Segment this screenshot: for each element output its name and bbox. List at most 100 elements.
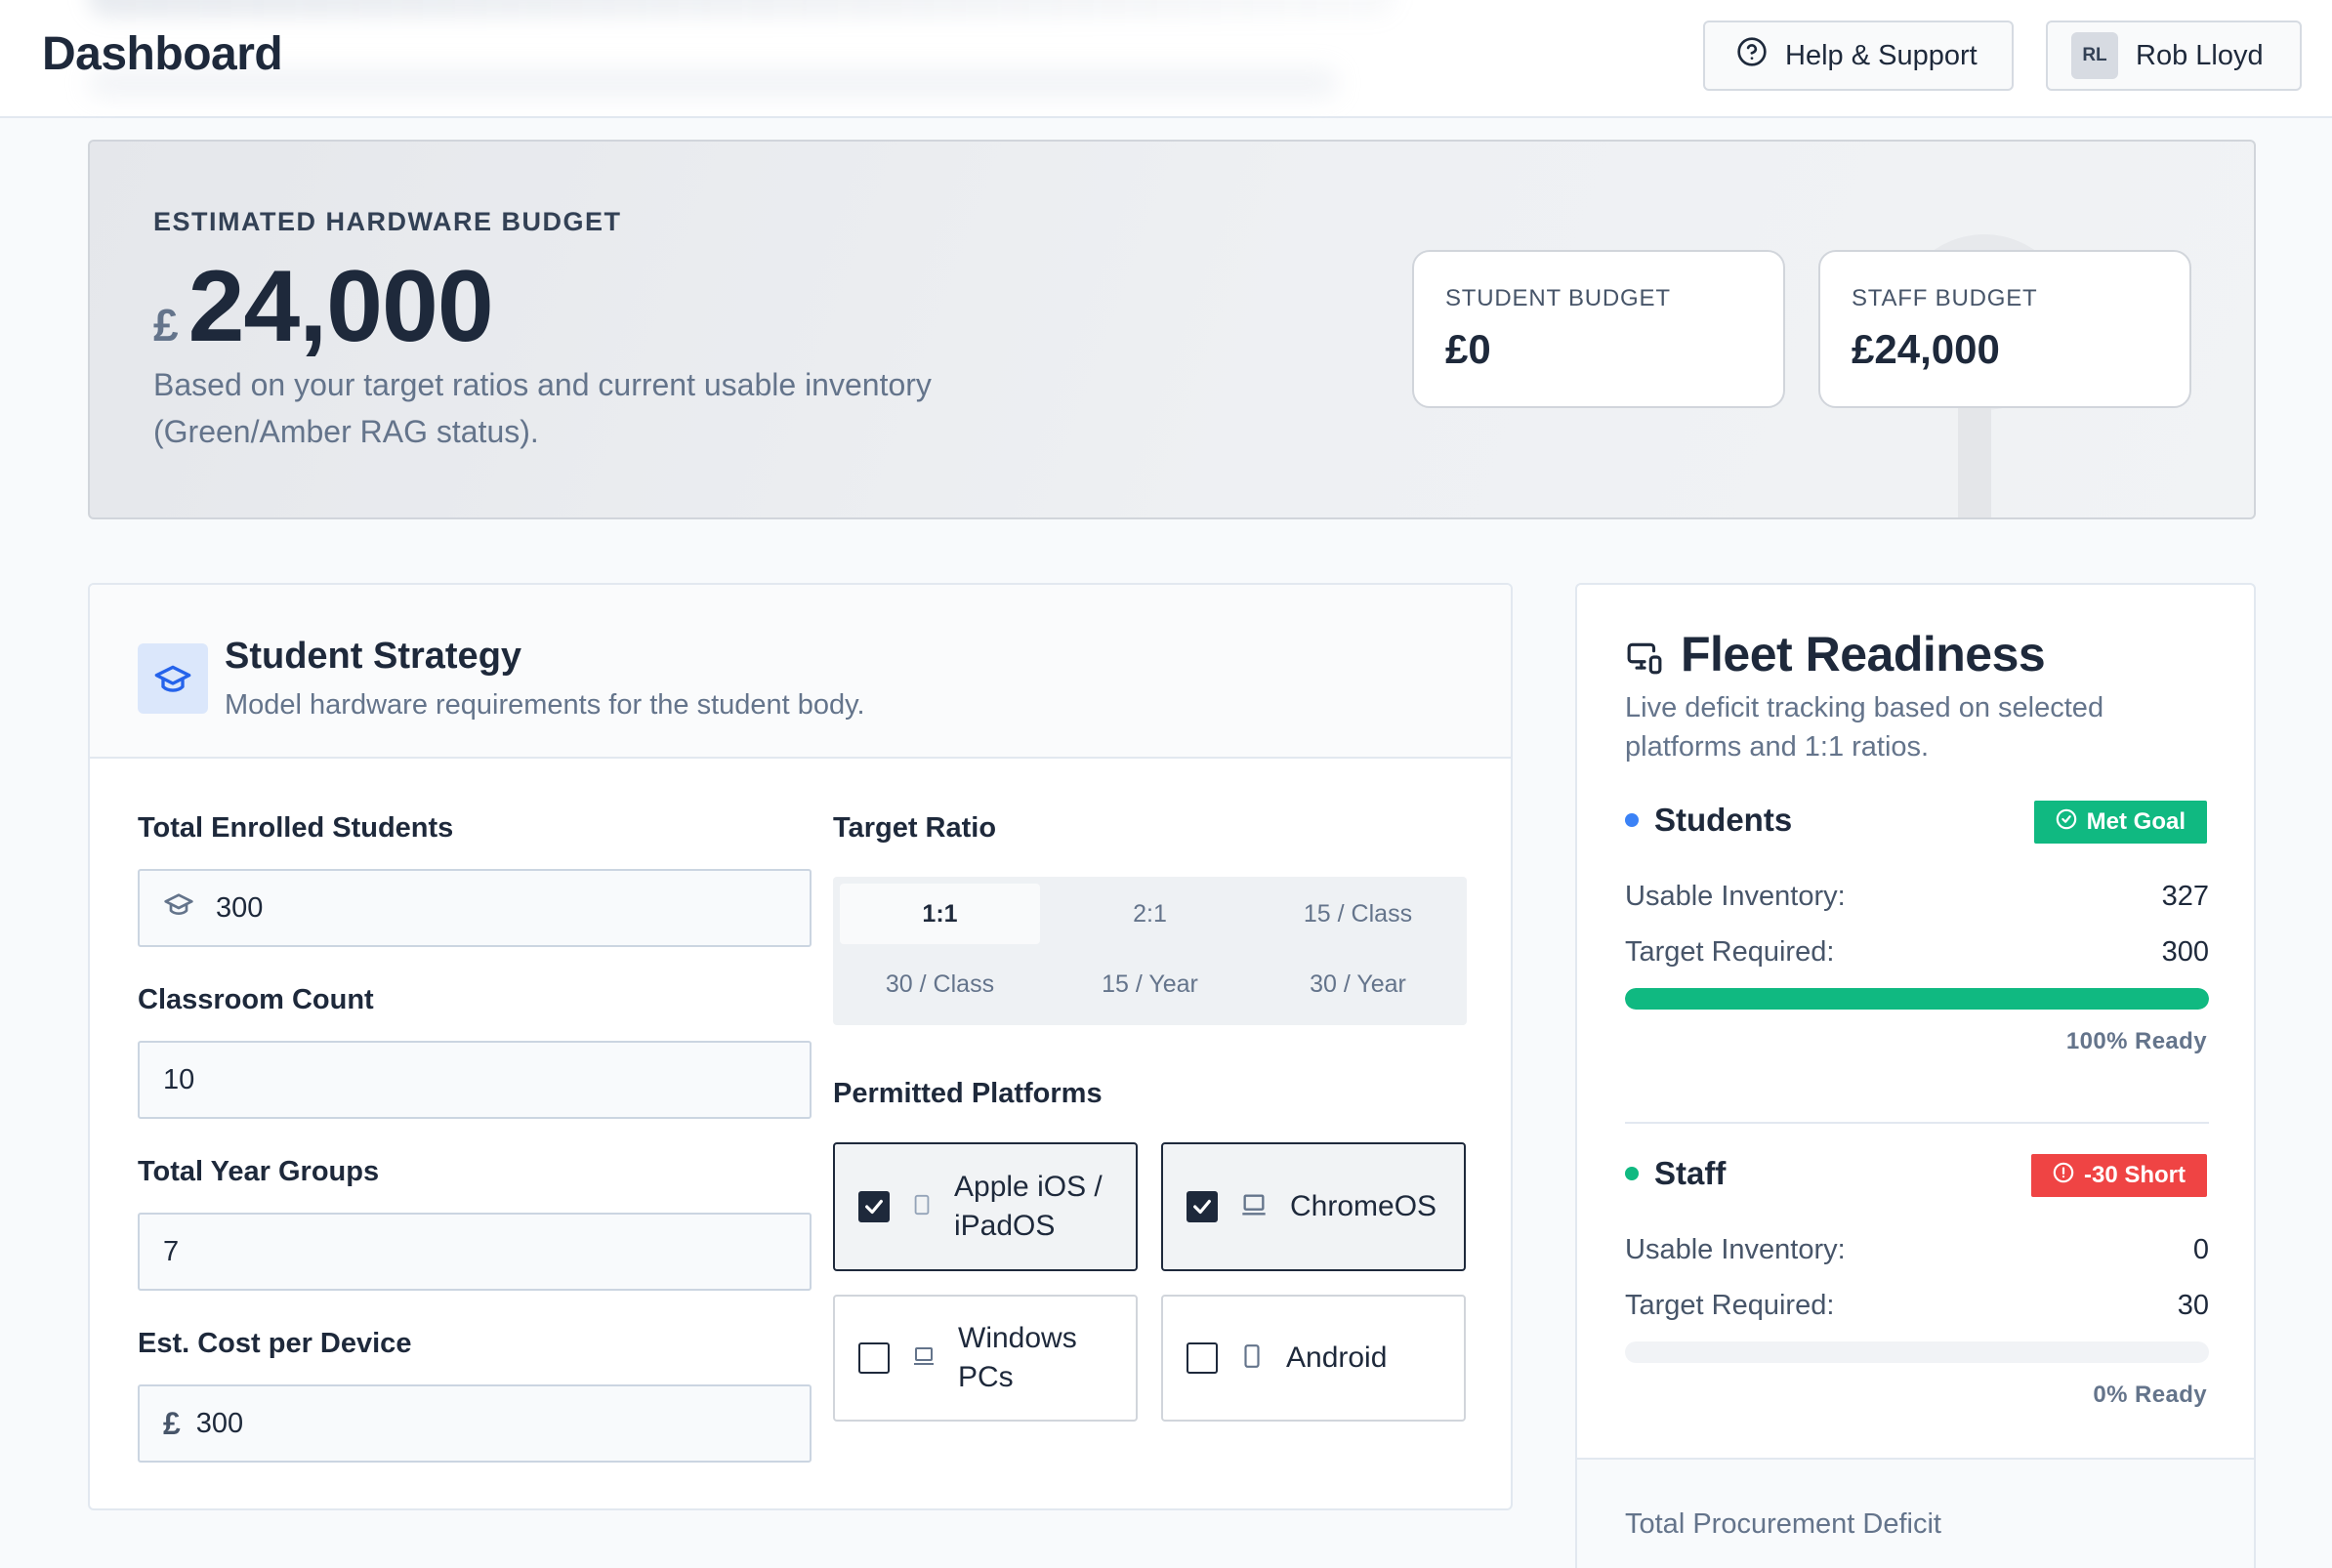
page-title: Dashboard	[42, 28, 283, 80]
divider	[1625, 1122, 2209, 1124]
strategy-header: Student Strategy Model hardware requirem…	[90, 585, 1511, 759]
student-budget-value: £0	[1445, 326, 1491, 372]
students-ready-label: 100% Ready	[2065, 1028, 2207, 1054]
staff-section-label: Staff	[1654, 1155, 1727, 1191]
platform-apple-label: Apple iOS / iPadOS	[954, 1171, 1103, 1242]
required-label: Target Required:	[1625, 936, 1835, 968]
students-input[interactable]: 300	[138, 869, 812, 947]
staff-budget-label: STAFF BUDGET	[1852, 285, 2038, 311]
progress-fill	[1625, 988, 2209, 1010]
classrooms-label: Classroom Count	[138, 984, 374, 1015]
status-badge: Met Goal	[2033, 801, 2207, 844]
platform-chromeos[interactable]: ChromeOS	[1161, 1142, 1466, 1271]
cost-label: Est. Cost per Device	[138, 1328, 412, 1359]
checkbox-checked[interactable]	[858, 1191, 890, 1222]
year-groups-label: Total Year Groups	[138, 1156, 380, 1187]
ratio-option-2-1[interactable]: 2:1	[1050, 884, 1250, 944]
status-badge: -30 Short	[2030, 1154, 2207, 1197]
required-value: 300	[2161, 936, 2209, 968]
inventory-label: Usable Inventory:	[1625, 881, 1846, 912]
staff-progress-bar	[1625, 1341, 2209, 1363]
help-support-label: Help & Support	[1785, 39, 1978, 71]
graduation-cap-icon	[163, 888, 194, 928]
graduation-cap-icon	[138, 643, 208, 714]
cost-input[interactable]: £ 300	[138, 1384, 812, 1463]
staff-section-header: Staff	[1625, 1155, 1726, 1192]
status-dot	[1625, 1167, 1639, 1180]
fleet-title: Fleet Readiness	[1681, 627, 2046, 681]
platform-chromeos-label: ChromeOS	[1290, 1190, 1437, 1222]
check-circle-icon	[2056, 808, 2077, 837]
platforms-label: Permitted Platforms	[833, 1078, 1103, 1109]
laptop-icon	[911, 1344, 937, 1373]
strategy-subtitle: Model hardware requirements for the stud…	[225, 689, 865, 721]
top-bar: Dashboard Help & Support RL Rob Lloyd	[0, 0, 2332, 118]
students-section-header: Students	[1625, 802, 1792, 839]
students-badge-label: Met Goal	[2086, 808, 2186, 835]
checkbox-checked[interactable]	[1187, 1191, 1218, 1222]
ratio-option-15-class[interactable]: 15 / Class	[1258, 884, 1458, 944]
fleet-readiness-panel: Fleet Readiness Live deficit tracking ba…	[1575, 583, 2256, 1568]
budget-summary-card: ESTIMATED HARDWARE BUDGET £ 24,000 Based…	[88, 140, 2256, 519]
help-icon	[1736, 36, 1768, 75]
inventory-label: Usable Inventory:	[1625, 1234, 1846, 1265]
budget-amount: £ 24,000	[153, 249, 494, 365]
platform-apple[interactable]: Apple iOS / iPadOS	[833, 1142, 1138, 1271]
ratio-option-30-class[interactable]: 30 / Class	[840, 954, 1040, 1014]
platform-windows[interactable]: Windows PCs	[833, 1295, 1138, 1422]
fleet-subtitle: Live deficit tracking based on selected …	[1625, 692, 2104, 763]
platform-android[interactable]: Android	[1161, 1295, 1466, 1422]
blurred-header-ghost	[88, 0, 1396, 18]
year-groups-input[interactable]: 7	[138, 1213, 812, 1291]
students-inventory-row: Usable Inventory: 327	[1625, 881, 2209, 913]
classrooms-input[interactable]: 10	[138, 1041, 812, 1119]
fleet-footer: Total Procurement Deficit	[1577, 1458, 2254, 1568]
staff-ready-label: 0% Ready	[2093, 1382, 2207, 1408]
staff-budget-card: STAFF BUDGET £24,000	[1818, 250, 2191, 408]
strategy-title: Student Strategy	[225, 636, 522, 677]
ratio-option-1-1[interactable]: 1:1	[840, 884, 1040, 944]
checkbox-unchecked[interactable]	[1187, 1342, 1218, 1374]
laptop-icon	[1239, 1191, 1269, 1223]
alert-circle-icon	[2053, 1162, 2074, 1190]
inventory-value: 327	[2161, 881, 2209, 912]
inventory-value: 0	[2192, 1234, 2209, 1265]
user-name: Rob Lloyd	[2136, 39, 2264, 71]
students-label: Total Enrolled Students	[138, 812, 454, 844]
staff-inventory-row: Usable Inventory: 0	[1625, 1234, 2209, 1266]
user-menu-button[interactable]: RL Rob Lloyd	[2046, 21, 2302, 91]
budget-description: Based on your target ratios and current …	[153, 367, 932, 449]
total-deficit-label: Total Procurement Deficit	[1625, 1508, 1941, 1540]
students-value: 300	[216, 891, 264, 924]
budget-value: 24,000	[187, 250, 494, 363]
platform-android-label: Android	[1286, 1341, 1388, 1374]
budget-currency: £	[153, 300, 179, 351]
student-strategy-panel: Student Strategy Model hardware requirem…	[88, 583, 1513, 1510]
platform-windows-label: Windows PCs	[958, 1322, 1077, 1393]
pound-icon: £	[163, 1405, 181, 1441]
help-support-button[interactable]: Help & Support	[1703, 21, 2014, 91]
avatar: RL	[2071, 32, 2118, 79]
student-budget-card: STUDENT BUDGET £0	[1412, 250, 1785, 408]
checkbox-unchecked[interactable]	[858, 1342, 890, 1374]
ratio-option-30-year[interactable]: 30 / Year	[1258, 954, 1458, 1014]
staff-required-row: Target Required: 30	[1625, 1290, 2209, 1322]
target-ratio-label: Target Ratio	[833, 812, 997, 844]
ratio-option-15-year[interactable]: 15 / Year	[1050, 954, 1250, 1014]
year-groups-value: 7	[163, 1235, 180, 1267]
required-label: Target Required:	[1625, 1290, 1835, 1321]
cost-value: 300	[195, 1407, 244, 1439]
devices-icon	[1625, 639, 1664, 681]
classrooms-value: 10	[163, 1063, 195, 1095]
student-budget-label: STUDENT BUDGET	[1445, 285, 1671, 311]
status-dot	[1625, 813, 1639, 827]
required-value: 30	[2177, 1290, 2209, 1321]
staff-badge-label: -30 Short	[2083, 1162, 2186, 1188]
students-section-label: Students	[1654, 802, 1793, 838]
target-ratio-selector: 1:1 2:1 15 / Class 30 / Class 15 / Year …	[833, 877, 1467, 1025]
decorative-shape	[1958, 405, 1991, 517]
students-progress-bar	[1625, 988, 2209, 1010]
staff-budget-value: £24,000	[1852, 326, 2000, 372]
phone-icon	[1239, 1341, 1265, 1377]
students-required-row: Target Required: 300	[1625, 936, 2209, 969]
